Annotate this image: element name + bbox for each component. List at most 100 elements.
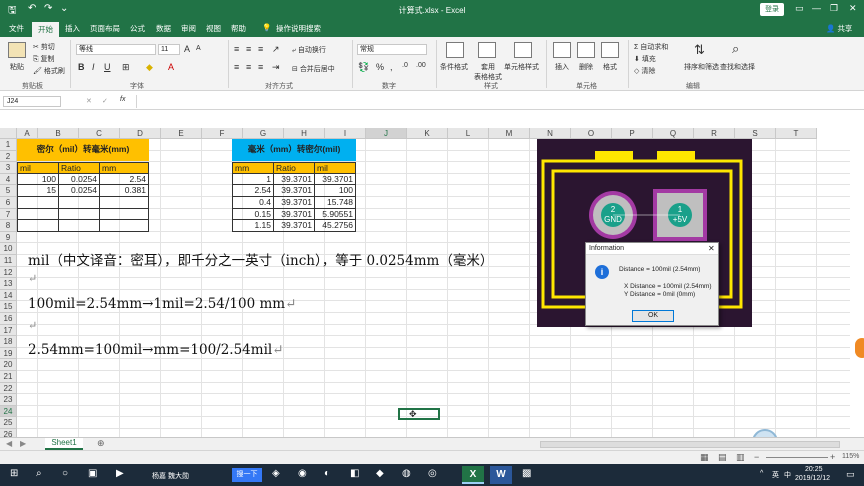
column-header-P[interactable]: P xyxy=(612,128,653,139)
row-header-20[interactable]: 20 xyxy=(0,359,17,371)
table2-data-cell[interactable]: 39.3701 xyxy=(274,197,315,209)
insert-cells-icon[interactable] xyxy=(553,42,571,58)
underline-icon[interactable]: U xyxy=(104,62,111,72)
normal-view-icon[interactable]: ▦ xyxy=(700,452,709,463)
font-name-select[interactable]: 等线 xyxy=(76,44,156,55)
input-method-indicator[interactable]: 英 xyxy=(772,470,779,480)
row-header-3[interactable]: 3 xyxy=(0,162,17,174)
app-icon-5[interactable]: ◍ xyxy=(402,468,411,479)
table1-header-cell[interactable]: mm xyxy=(100,162,149,174)
column-header-S[interactable]: S xyxy=(735,128,776,139)
fill-color-icon[interactable]: ◆ xyxy=(146,62,153,73)
row-header-4[interactable]: 4 xyxy=(0,173,17,186)
table2-data-cell[interactable]: 0.4 xyxy=(232,197,274,209)
information-dialog[interactable]: Information ✕ i Distance = 100mil (2.54m… xyxy=(585,242,719,326)
align-middle-icon[interactable]: ≡ xyxy=(246,44,251,54)
sort-filter-icon[interactable]: ⇅ xyxy=(694,42,705,58)
table2-data-cell[interactable]: 2.54 xyxy=(232,185,274,197)
column-header-T[interactable]: T xyxy=(776,128,817,139)
app-icon-7[interactable]: ▩ xyxy=(522,468,531,479)
comma-icon[interactable]: , xyxy=(390,62,393,72)
dialog-title-bar[interactable]: Information ✕ xyxy=(586,243,718,255)
find-select-icon[interactable]: ⌕ xyxy=(732,41,739,57)
cut-button[interactable]: ✂ 剪切 xyxy=(33,42,55,52)
add-sheet-icon[interactable]: ⊕ xyxy=(97,438,105,449)
paste-icon[interactable] xyxy=(8,42,26,58)
notification-icon[interactable]: ▭ xyxy=(846,469,855,480)
format-cells-label[interactable]: 格式 xyxy=(603,62,617,72)
table1-empty-cell[interactable] xyxy=(17,197,59,209)
column-header-L[interactable]: L xyxy=(448,128,489,139)
app-icon-3[interactable]: ◐ xyxy=(324,468,330,479)
formula-input[interactable] xyxy=(136,95,851,108)
table1-empty-cell[interactable] xyxy=(17,208,59,221)
table2-data-cell[interactable]: 5.90551 xyxy=(315,208,356,221)
clock-time[interactable]: 20:25 xyxy=(805,466,823,473)
format-cells-icon[interactable] xyxy=(601,42,619,58)
table1-empty-cell[interactable] xyxy=(17,220,59,232)
search-now-button[interactable]: 搜一下 xyxy=(232,468,262,482)
row-header-7[interactable]: 7 xyxy=(0,208,17,221)
number-format-select[interactable]: 常规 xyxy=(357,44,427,55)
column-header-B[interactable]: B xyxy=(38,128,79,139)
merge-center-button[interactable]: ⊟ 合并后居中 xyxy=(292,64,335,74)
copy-button[interactable]: ⎘ 复制 xyxy=(33,54,55,64)
row-header-12[interactable]: 12 xyxy=(0,266,17,279)
tab-review[interactable]: 审阅 xyxy=(181,23,196,34)
autosum-button[interactable]: Σ 自动求和 xyxy=(634,42,668,52)
column-header-F[interactable]: F xyxy=(202,128,243,139)
maximize-icon[interactable]: ❐ xyxy=(830,3,838,14)
table2-data-cell[interactable]: 1.15 xyxy=(232,220,274,232)
percent-icon[interactable]: % xyxy=(376,62,384,72)
format-as-table-label[interactable]: 套用 表格格式 xyxy=(474,62,502,82)
table2-data-cell[interactable]: 39.3701 xyxy=(274,208,315,221)
column-header-A[interactable]: A xyxy=(17,128,38,139)
grow-font-icon[interactable]: A xyxy=(184,44,190,54)
row-header-9[interactable]: 9 xyxy=(0,231,17,244)
align-bottom-icon[interactable]: ≡ xyxy=(258,44,263,54)
column-header-G[interactable]: G xyxy=(243,128,284,139)
tray-chevron-icon[interactable]: ^ xyxy=(760,470,763,477)
table1-data-cell[interactable]: 2.54 xyxy=(100,173,149,186)
row-header-5[interactable]: 5 xyxy=(0,185,17,197)
align-center-icon[interactable]: ≡ xyxy=(246,62,251,72)
bold-icon[interactable]: B xyxy=(78,62,85,72)
start-icon[interactable]: ⊞ xyxy=(10,468,18,479)
row-header-13[interactable]: 13 xyxy=(0,278,17,290)
row-header-2[interactable]: 2 xyxy=(0,150,17,163)
page-break-view-icon[interactable]: ▥ xyxy=(736,452,745,463)
table2-data-cell[interactable]: 39.3701 xyxy=(274,220,315,232)
column-header-D[interactable]: D xyxy=(120,128,161,139)
clock-date[interactable]: 2019/12/12 xyxy=(795,475,830,482)
row-header-22[interactable]: 22 xyxy=(0,382,17,395)
table1-empty-cell[interactable] xyxy=(100,197,149,209)
table2-data-cell[interactable]: 1 xyxy=(232,173,274,186)
table1-title[interactable]: 密尔（mil）转毫米(mm) xyxy=(17,139,149,161)
column-header-O[interactable]: O xyxy=(571,128,612,139)
table1-header-cell[interactable]: Ratio xyxy=(59,162,100,174)
table2-header-cell[interactable]: mm xyxy=(232,162,274,174)
floating-assistant-icon[interactable] xyxy=(855,338,864,358)
table1-empty-cell[interactable] xyxy=(59,220,100,232)
delete-cells-label[interactable]: 删除 xyxy=(579,62,593,72)
font-color-icon[interactable]: A xyxy=(168,62,174,72)
table1-empty-cell[interactable] xyxy=(59,197,100,209)
wrap-text-button[interactable]: ⤶ 自动换行 xyxy=(292,45,326,55)
column-header-R[interactable]: R xyxy=(694,128,735,139)
align-top-icon[interactable]: ≡ xyxy=(234,44,239,54)
table2-data-cell[interactable]: 45.2756 xyxy=(315,220,356,232)
find-select-label[interactable]: 查找和选择 xyxy=(720,62,755,72)
tab-page-layout[interactable]: 页面布局 xyxy=(90,23,120,34)
tab-home[interactable]: 开始 xyxy=(32,22,59,37)
cell-styles-label[interactable]: 单元格样式 xyxy=(504,62,539,72)
row-header-6[interactable]: 6 xyxy=(0,197,17,209)
task-view-icon[interactable]: ▣ xyxy=(88,468,97,479)
italic-icon[interactable]: I xyxy=(92,62,95,72)
currency-icon[interactable]: 💱 xyxy=(358,62,369,73)
conditional-format-label[interactable]: 条件格式 xyxy=(440,62,468,72)
table2-header-cell[interactable]: Ratio xyxy=(274,162,315,174)
selected-cell-j24[interactable] xyxy=(398,408,440,420)
store-icon[interactable]: ◧ xyxy=(350,468,359,479)
column-header-M[interactable]: M xyxy=(489,128,530,139)
zoom-out-icon[interactable]: − xyxy=(754,452,759,462)
